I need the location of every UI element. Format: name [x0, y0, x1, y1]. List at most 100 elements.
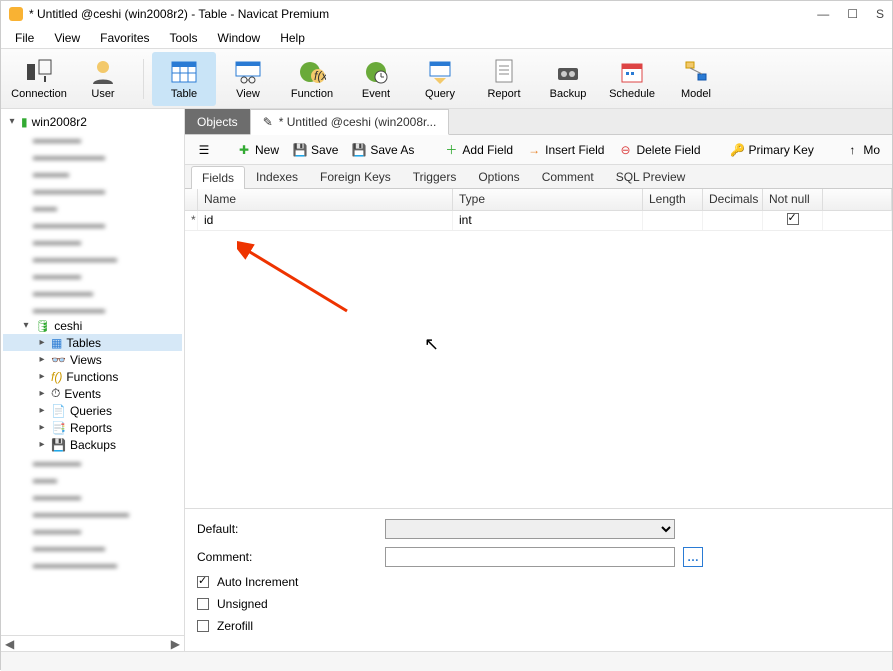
table-button[interactable]: Table	[152, 52, 216, 106]
col-name[interactable]: Name	[198, 189, 453, 210]
insertfield-button[interactable]: →Insert Field	[521, 140, 610, 160]
new-button[interactable]: ✚New	[231, 140, 285, 160]
user-button[interactable]: User	[71, 52, 135, 106]
row-marker: *	[185, 211, 198, 230]
menubar: File View Favorites Tools Window Help	[1, 27, 892, 49]
tree-root[interactable]: win2008r2	[32, 115, 87, 129]
connection-button[interactable]: Connection	[7, 52, 71, 106]
cell-type[interactable]: int	[453, 211, 643, 230]
save-button[interactable]: 💾Save	[287, 140, 344, 160]
schedule-button[interactable]: Schedule	[600, 52, 664, 106]
cell-name[interactable]: id	[198, 211, 453, 230]
arrow-up-icon: ↑	[845, 143, 859, 157]
tree-events[interactable]: Events	[64, 387, 101, 401]
backup-icon	[554, 58, 582, 86]
model-button[interactable]: Model	[664, 52, 728, 106]
menu-button[interactable]: ☰	[191, 140, 217, 160]
tree-tables[interactable]: Tables	[66, 336, 101, 350]
subtab-fields[interactable]: Fields	[191, 166, 245, 189]
designer-tabs: Fields Indexes Foreign Keys Triggers Opt…	[185, 165, 892, 189]
field-row[interactable]: * id int	[185, 211, 892, 231]
subtab-triggers[interactable]: Triggers	[402, 165, 468, 188]
chevron-right-icon[interactable]: ▸	[37, 354, 47, 365]
unsigned-label: Unsigned	[217, 597, 268, 611]
document-tabs: Objects ✎* Untitled @ceshi (win2008r...	[185, 109, 892, 135]
subtab-sqlpreview[interactable]: SQL Preview	[605, 165, 697, 188]
chevron-right-icon[interactable]: ▸	[37, 337, 47, 348]
comment-input[interactable]	[385, 547, 675, 567]
maximize-icon[interactable]: ☐	[847, 7, 858, 21]
chevron-right-icon[interactable]: ▸	[37, 388, 47, 399]
menu-file[interactable]: File	[7, 29, 42, 47]
views-icon: 👓	[51, 353, 66, 367]
tree-functions[interactable]: Functions	[66, 370, 118, 384]
col-length[interactable]: Length	[643, 189, 703, 210]
function-button[interactable]: f(x) Function	[280, 52, 344, 106]
checkbox-checked-icon[interactable]	[787, 213, 799, 225]
tables-icon: ▦	[51, 336, 62, 350]
query-button[interactable]: Query	[408, 52, 472, 106]
tab-objects[interactable]: Objects	[185, 109, 250, 134]
moveup-button[interactable]: ↑Mo	[839, 140, 886, 160]
titlebar: * Untitled @ceshi (win2008r2) - Table - …	[1, 1, 892, 27]
backup-button[interactable]: Backup	[536, 52, 600, 106]
content-area: Objects ✎* Untitled @ceshi (win2008r... …	[185, 109, 892, 651]
subtab-indexes[interactable]: Indexes	[245, 165, 309, 188]
view-icon	[234, 58, 262, 86]
col-decimals[interactable]: Decimals	[703, 189, 763, 210]
tab-untitled[interactable]: ✎* Untitled @ceshi (win2008r...	[250, 109, 450, 135]
subtab-fkeys[interactable]: Foreign Keys	[309, 165, 402, 188]
sidebar-scrollbar[interactable]: ◀▶	[1, 635, 184, 651]
view-button[interactable]: View	[216, 52, 280, 106]
chevron-right-icon[interactable]: ▸	[37, 405, 47, 416]
deletefield-button[interactable]: ⊖Delete Field	[612, 140, 706, 160]
menu-window[interactable]: Window	[210, 29, 269, 47]
subtab-comment[interactable]: Comment	[531, 165, 605, 188]
chevron-right-icon[interactable]: ▸	[37, 371, 47, 382]
user-icon	[89, 58, 117, 86]
settings-right[interactable]: S	[876, 7, 884, 21]
tree-db[interactable]: ceshi	[54, 319, 82, 333]
saveas-button[interactable]: 💾Save As	[346, 140, 420, 160]
col-type[interactable]: Type	[453, 189, 643, 210]
tree-queries[interactable]: Queries	[70, 404, 112, 418]
menu-view[interactable]: View	[46, 29, 88, 47]
cell-length[interactable]	[643, 211, 703, 230]
fields-grid[interactable]: Name Type Length Decimals Not null * id …	[185, 189, 892, 508]
function-icon: f(x)	[298, 58, 326, 86]
queries-icon: 📄	[51, 404, 66, 418]
chevron-down-icon[interactable]: ▾	[7, 116, 17, 127]
addfield-button[interactable]: ＋Add Field	[438, 140, 519, 160]
event-button[interactable]: Event	[344, 52, 408, 106]
report-button[interactable]: Report	[472, 52, 536, 106]
primarykey-button[interactable]: 🔑Primary Key	[725, 140, 820, 160]
subtab-options[interactable]: Options	[467, 165, 530, 188]
functions-icon: f()	[51, 370, 62, 384]
chevron-down-icon[interactable]: ▾	[21, 320, 31, 331]
menu-tools[interactable]: Tools	[162, 29, 206, 47]
table-icon	[170, 58, 198, 86]
chevron-right-icon[interactable]: ▸	[37, 422, 47, 433]
backups-icon: 💾	[51, 438, 66, 452]
add-field-icon: ＋	[444, 143, 458, 157]
minimize-icon[interactable]: —	[817, 7, 829, 21]
connection-tree[interactable]: ▾▮win2008r2 ▬▬▬▬ ▬▬▬▬▬▬ ▬▬▬ ▬▬▬▬▬▬ ▬▬ ▬▬…	[1, 109, 184, 635]
autoinc-checkbox[interactable]	[197, 576, 209, 588]
comment-ellipsis-button[interactable]: …	[683, 547, 703, 567]
zerofill-checkbox[interactable]	[197, 620, 209, 632]
tree-views[interactable]: Views	[70, 353, 102, 367]
delete-field-icon: ⊖	[618, 143, 632, 157]
col-notnull[interactable]: Not null	[763, 189, 823, 210]
cell-notnull[interactable]	[763, 211, 823, 230]
tree-backups[interactable]: Backups	[70, 438, 116, 452]
menu-favorites[interactable]: Favorites	[92, 29, 157, 47]
unsigned-checkbox[interactable]	[197, 598, 209, 610]
schedule-icon	[618, 58, 646, 86]
plug-icon	[25, 58, 53, 86]
default-select[interactable]	[385, 519, 675, 539]
menu-help[interactable]: Help	[272, 29, 313, 47]
cell-decimals[interactable]	[703, 211, 763, 230]
chevron-right-icon[interactable]: ▸	[37, 439, 47, 450]
autoinc-label: Auto Increment	[217, 575, 298, 589]
tree-reports[interactable]: Reports	[70, 421, 112, 435]
